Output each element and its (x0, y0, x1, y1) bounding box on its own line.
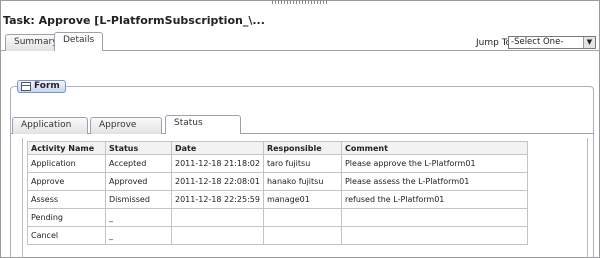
column-header-responsible: Responsible (262, 141, 342, 155)
cell-status: Accepted (105, 154, 172, 173)
resize-grip[interactable] (272, 0, 328, 4)
form-legend-label: Form (34, 81, 60, 91)
column-header-activity-name: Activity Name (27, 141, 106, 155)
cell-comment: Please approve the L-Platform01 (340, 154, 528, 173)
cell-date: 2011-12-18 21:18:02 (171, 154, 264, 173)
cell-activity-name: Cancel (27, 226, 106, 245)
cell-date: 2011-12-18 22:08:01 (171, 172, 264, 191)
cell-comment: refused the L-Platform01 (340, 190, 528, 209)
column-header-date: Date (171, 141, 264, 155)
cell-responsible: manage01 (262, 190, 342, 209)
cell-status: _ (105, 208, 172, 227)
column-header-status: Status (105, 141, 172, 155)
cell-status: _ (105, 226, 172, 245)
jump-to-label: Jump To (476, 38, 512, 48)
tab-status[interactable]: Status (165, 115, 241, 134)
table-row: Assess Dismissed 2011-12-18 22:25:59 man… (27, 190, 528, 209)
cell-comment (340, 226, 528, 245)
cell-responsible (262, 226, 342, 245)
table-header-row: Activity Name Status Date Responsible Co… (27, 141, 528, 155)
tab-application[interactable]: Application (12, 117, 88, 134)
table-row: Cancel _ (27, 226, 528, 245)
table-row: Approve Approved 2011-12-18 22:08:01 han… (27, 172, 528, 191)
form-legend[interactable]: Form (17, 80, 66, 93)
cell-activity-name: Pending (27, 208, 106, 227)
jump-to-selected-value: -Select One- (511, 37, 564, 47)
tab-approve[interactable]: Approve (90, 117, 162, 134)
column-header-comment: Comment (340, 141, 528, 155)
cell-status: Dismissed (105, 190, 172, 209)
jump-to-select[interactable]: -Select One- ▼ (508, 36, 596, 49)
cell-responsible: taro fujitsu (262, 154, 342, 173)
cell-comment: Please assess the L-Platform01 (340, 172, 528, 191)
status-table: Activity Name Status Date Responsible Co… (27, 141, 528, 245)
tab-details[interactable]: Details (54, 32, 104, 51)
cell-activity-name: Application (27, 154, 106, 173)
cell-activity-name: Assess (27, 190, 106, 209)
cell-status: Approved (105, 172, 172, 191)
cell-comment (340, 208, 528, 227)
form-icon (21, 82, 31, 91)
page-title: Task: Approve [L-PlatformSubscription_\.… (3, 14, 265, 27)
table-row: Application Accepted 2011-12-18 21:18:02… (27, 154, 528, 173)
cell-activity-name: Approve (27, 172, 106, 191)
cell-responsible (262, 208, 342, 227)
cell-responsible: hanako fujitsu (262, 172, 342, 191)
chevron-down-icon[interactable]: ▼ (583, 37, 595, 48)
cell-date (171, 226, 264, 245)
cell-date: 2011-12-18 22:25:59 (171, 190, 264, 209)
table-row: Pending _ (27, 208, 528, 227)
cell-date (171, 208, 264, 227)
